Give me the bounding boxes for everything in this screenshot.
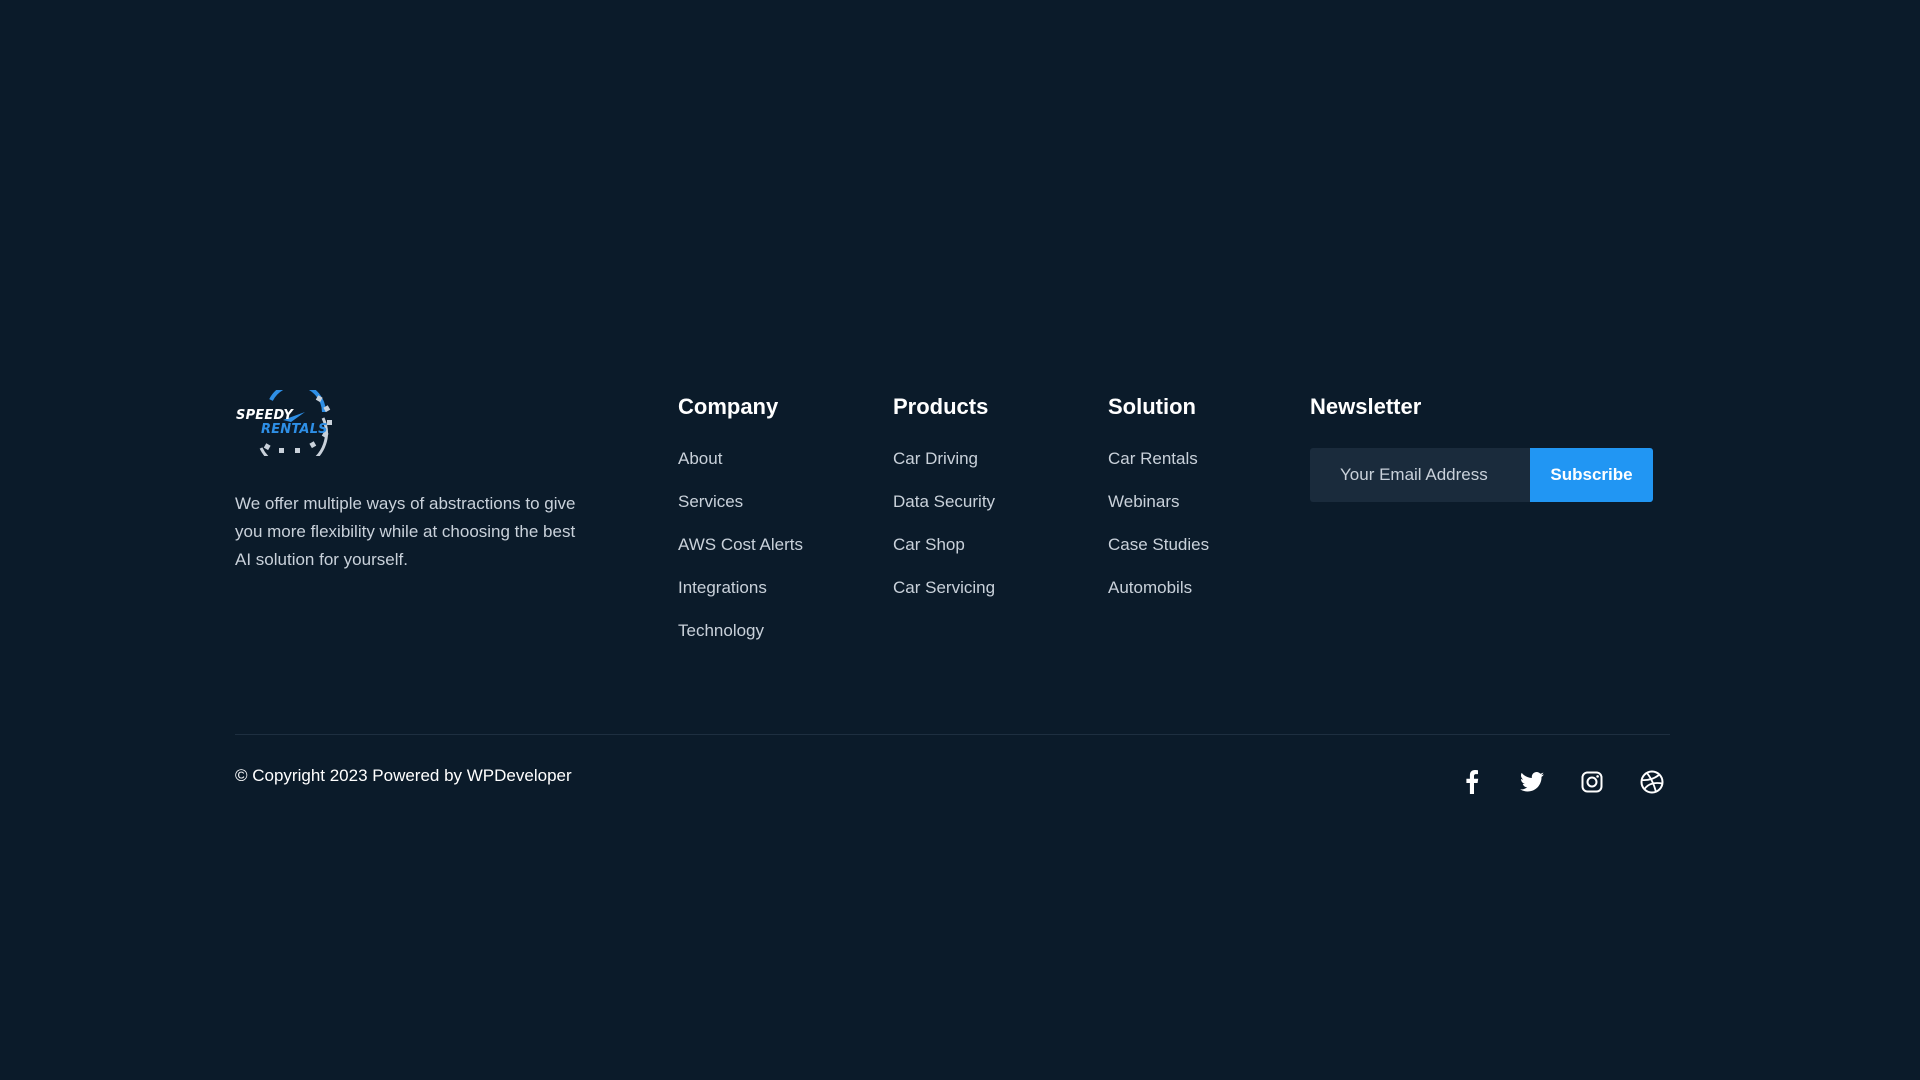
footer-column-products: Products Car Driving Data Security Car S… [893,390,995,620]
logo-text-rentals: RENTALS [261,422,328,437]
column-title-company: Company [678,394,779,419]
footer-column-solution: Solution Car Rentals Webinars Case Studi… [1108,390,1209,620]
footer-top: SPEEDY RENTALS We offer multiple ways of… [235,390,1670,690]
social-links [1456,768,1668,796]
link-case-studies[interactable]: Case Studies [1108,534,1209,577]
subscribe-button[interactable]: Subscribe [1530,448,1653,502]
products-links: Car Driving Data Security Car Shop Car S… [893,448,995,620]
page: SPEEDY RENTALS We offer multiple ways of… [0,0,1920,1080]
dribbble-icon[interactable] [1636,768,1668,796]
link-webinars[interactable]: Webinars [1108,491,1209,534]
link-about[interactable]: About [678,448,803,491]
column-title-solution: Solution [1108,394,1196,419]
link-services[interactable]: Services [678,491,803,534]
twitter-icon[interactable] [1516,768,1548,796]
email-input[interactable] [1310,448,1530,502]
facebook-icon[interactable] [1456,768,1488,796]
link-technology[interactable]: Technology [678,620,803,663]
link-car-servicing[interactable]: Car Servicing [893,577,995,620]
column-title-products: Products [893,394,989,419]
footer-column-newsletter: Newsletter Subscribe [1310,390,1655,502]
brand-logo[interactable]: SPEEDY RENTALS [235,390,335,456]
link-data-security[interactable]: Data Security [893,491,995,534]
solution-links: Car Rentals Webinars Case Studies Automo… [1108,448,1209,620]
instagram-icon[interactable] [1576,768,1608,796]
column-title-newsletter: Newsletter [1310,394,1422,419]
footer-column-company: Company About Services AWS Cost Alerts I… [678,390,803,663]
link-car-shop[interactable]: Car Shop [893,534,995,577]
link-car-rentals[interactable]: Car Rentals [1108,448,1209,491]
brand-description: We offer multiple ways of abstractions t… [235,494,576,569]
company-links: About Services AWS Cost Alerts Integrati… [678,448,803,663]
copyright-text: © Copyright 2023 Powered by WPDeveloper [235,766,572,785]
newsletter-form: Subscribe [1310,448,1655,502]
link-automobils[interactable]: Automobils [1108,577,1209,620]
logo-text-speedy: SPEEDY [236,408,294,423]
link-car-driving[interactable]: Car Driving [893,448,995,491]
link-aws-cost-alerts[interactable]: AWS Cost Alerts [678,534,803,577]
link-integrations[interactable]: Integrations [678,577,803,620]
brand-section: SPEEDY RENTALS We offer multiple ways of… [235,390,595,569]
footer-divider [235,734,1670,735]
